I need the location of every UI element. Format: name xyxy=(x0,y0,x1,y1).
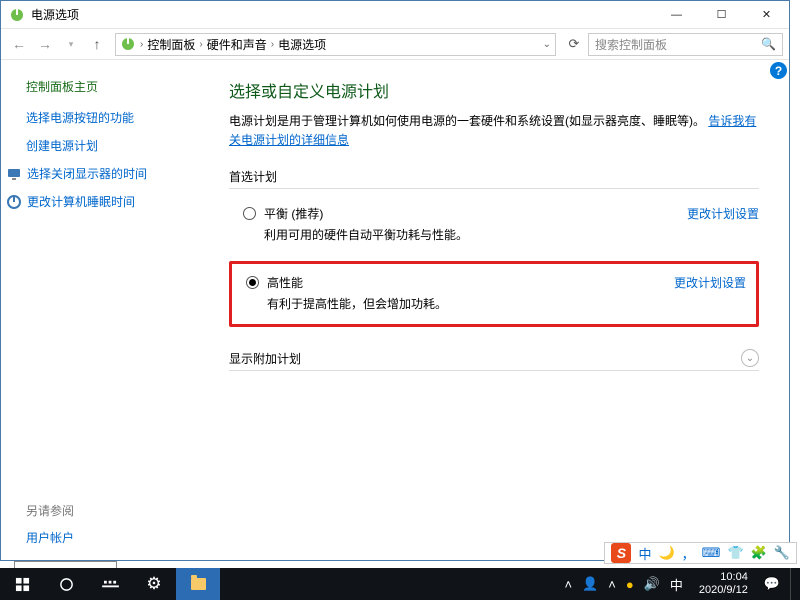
change-plan-settings-link[interactable]: 更改计划设置 xyxy=(674,274,746,291)
forward-button[interactable]: → xyxy=(33,32,57,56)
divider xyxy=(229,188,759,189)
moon-icon[interactable]: 🌙 xyxy=(658,545,674,561)
taskbar-app-settings[interactable]: ⚙ xyxy=(132,568,176,600)
window-title: 电源选项 xyxy=(31,6,654,23)
sogou-ime-icon[interactable]: S xyxy=(611,543,631,563)
main-panel: 选择或自定义电源计划 电源计划是用于管理计算机如何使用电源的一套硬件和系统设置(… xyxy=(211,60,789,560)
see-also-title: 另请参阅 xyxy=(26,502,74,519)
additional-plans-row: 显示附加计划 ⌄ xyxy=(229,349,759,367)
comma-icon[interactable]: ， xyxy=(682,544,695,563)
history-dropdown[interactable]: ▾ xyxy=(59,32,83,56)
search-placeholder: 搜索控制面板 xyxy=(595,36,667,53)
minimize-button[interactable]: — xyxy=(654,1,699,28)
page-description: 电源计划是用于管理计算机如何使用电源的一套硬件和系统设置(如显示器亮度、睡眠等)… xyxy=(229,112,759,150)
change-plan-settings-link[interactable]: 更改计划设置 xyxy=(687,205,759,222)
power-icon xyxy=(6,194,22,210)
sidebar-link-display-off[interactable]: 选择关闭显示器的时间 xyxy=(6,165,201,182)
back-button[interactable]: ← xyxy=(7,32,31,56)
tray-overflow-icon[interactable]: ˄ xyxy=(608,577,616,592)
sidebar-link-power-button[interactable]: 选择电源按钮的功能 xyxy=(26,109,201,126)
task-view-button[interactable] xyxy=(88,568,132,600)
folder-icon xyxy=(191,578,206,590)
breadcrumb-segment[interactable]: 硬件和声音 xyxy=(207,36,267,53)
additional-plans-title: 显示附加计划 xyxy=(229,350,301,367)
clock-time: 10:04 xyxy=(699,571,748,584)
face-icon[interactable]: 🧩 xyxy=(751,545,767,561)
clock-date: 2020/9/12 xyxy=(699,584,748,597)
sidebar-link-label: 选择关闭显示器的时间 xyxy=(27,165,147,182)
cortana-button[interactable] xyxy=(44,568,88,600)
person-icon[interactable]: 👕 xyxy=(727,545,743,561)
refresh-button[interactable]: ⟳ xyxy=(562,32,586,56)
breadcrumb-segment[interactable]: 控制面板 xyxy=(147,36,195,53)
description-text: 电源计划是用于管理计算机如何使用电源的一套硬件和系统设置(如显示器亮度、睡眠等)… xyxy=(229,114,705,128)
tray-clock[interactable]: 10:04 2020/9/12 xyxy=(693,571,754,596)
expand-button[interactable]: ⌄ xyxy=(741,349,759,367)
gear-icon: ⚙ xyxy=(146,574,161,594)
divider xyxy=(229,370,759,371)
app-icon xyxy=(9,7,25,23)
plan-name: 平衡 (推荐) xyxy=(264,205,323,222)
search-icon: 🔍 xyxy=(761,37,776,51)
keyboard-icon[interactable]: ⌨ xyxy=(702,545,721,561)
system-tray: ˄ 👤 ˄ ● 🔊 中 10:04 2020/9/12 💬 xyxy=(560,568,800,600)
breadcrumb-icon xyxy=(120,36,136,52)
see-also-section: 另请参阅 用户帐户 xyxy=(26,502,74,546)
wrench-icon[interactable]: 🔧 xyxy=(774,545,790,561)
titlebar: 电源选项 — ☐ ✕ xyxy=(1,1,789,29)
sidebar-link-sleep-time[interactable]: 更改计算机睡眠时间 xyxy=(6,193,201,210)
taskbar: ⚙ ˄ 👤 ˄ ● 🔊 中 10:04 2020/9/12 💬 xyxy=(0,568,800,600)
volume-icon[interactable]: 🔊 xyxy=(644,576,660,592)
chevron-down-icon: ⌄ xyxy=(746,353,754,364)
power-plan-high-performance: 高性能 更改计划设置 有利于提高性能，但会增加功耗。 xyxy=(246,274,746,312)
control-panel-window: 电源选项 — ☐ ✕ ← → ▾ ↑ › 控制面板 › 硬件和声音 › 电源选项… xyxy=(0,0,790,561)
radio-high-performance[interactable] xyxy=(246,276,259,289)
tray-overflow-button[interactable]: ˄ xyxy=(564,577,572,592)
search-input[interactable]: 搜索控制面板 🔍 xyxy=(588,33,783,56)
power-plan-balanced: 平衡 (推荐) 更改计划设置 利用可用的硬件自动平衡功耗与性能。 xyxy=(229,199,759,249)
address-breadcrumb[interactable]: › 控制面板 › 硬件和声音 › 电源选项 ⌄ xyxy=(115,33,556,56)
security-icon[interactable]: ● xyxy=(626,577,634,592)
start-button[interactable] xyxy=(0,568,44,600)
plan-name: 高性能 xyxy=(267,274,303,291)
chevron-right-icon: › xyxy=(199,39,202,50)
page-heading: 选择或自定义电源计划 xyxy=(229,78,759,102)
nav-toolbar: ← → ▾ ↑ › 控制面板 › 硬件和声音 › 电源选项 ⌄ ⟳ 搜索控制面板… xyxy=(1,29,789,60)
ime-toolbar[interactable]: S 中 🌙 ， ⌨ 👕 🧩 🔧 xyxy=(604,542,797,564)
maximize-button[interactable]: ☐ xyxy=(699,1,744,28)
sidebar-link-label: 更改计算机睡眠时间 xyxy=(27,193,135,210)
breadcrumb-segment[interactable]: 电源选项 xyxy=(278,36,326,53)
ime-lang-indicator[interactable]: 中 xyxy=(638,544,651,563)
sidebar: 控制面板主页 选择电源按钮的功能 创建电源计划 选择关闭显示器的时间 更改计算机… xyxy=(1,60,211,560)
people-icon[interactable]: 👤 xyxy=(582,576,598,592)
chevron-down-icon[interactable]: ⌄ xyxy=(543,39,551,50)
sidebar-heading[interactable]: 控制面板主页 xyxy=(26,78,201,95)
plan-description: 有利于提高性能，但会增加功耗。 xyxy=(267,295,746,312)
chevron-right-icon: › xyxy=(140,39,143,50)
sidebar-link-create-plan[interactable]: 创建电源计划 xyxy=(26,137,201,154)
plan-description: 利用可用的硬件自动平衡功耗与性能。 xyxy=(264,226,759,243)
up-button[interactable]: ↑ xyxy=(85,32,109,56)
ime-indicator[interactable]: 中 xyxy=(670,575,683,594)
content-body: ? 控制面板主页 选择电源按钮的功能 创建电源计划 选择关闭显示器的时间 更改计… xyxy=(1,60,789,560)
action-center-icon[interactable]: 💬 xyxy=(764,576,780,592)
chevron-right-icon: › xyxy=(271,39,274,50)
radio-balanced[interactable] xyxy=(243,207,256,220)
see-also-user-accounts[interactable]: 用户帐户 xyxy=(26,529,74,546)
preferred-plans-title: 首选计划 xyxy=(229,168,759,185)
monitor-icon xyxy=(6,166,22,182)
show-desktop-button[interactable] xyxy=(790,568,796,600)
taskbar-app-explorer[interactable] xyxy=(176,568,220,600)
close-button[interactable]: ✕ xyxy=(744,1,789,28)
window-controls: — ☐ ✕ xyxy=(654,1,789,28)
highlighted-plan-box: 高性能 更改计划设置 有利于提高性能，但会增加功耗。 xyxy=(229,261,759,327)
